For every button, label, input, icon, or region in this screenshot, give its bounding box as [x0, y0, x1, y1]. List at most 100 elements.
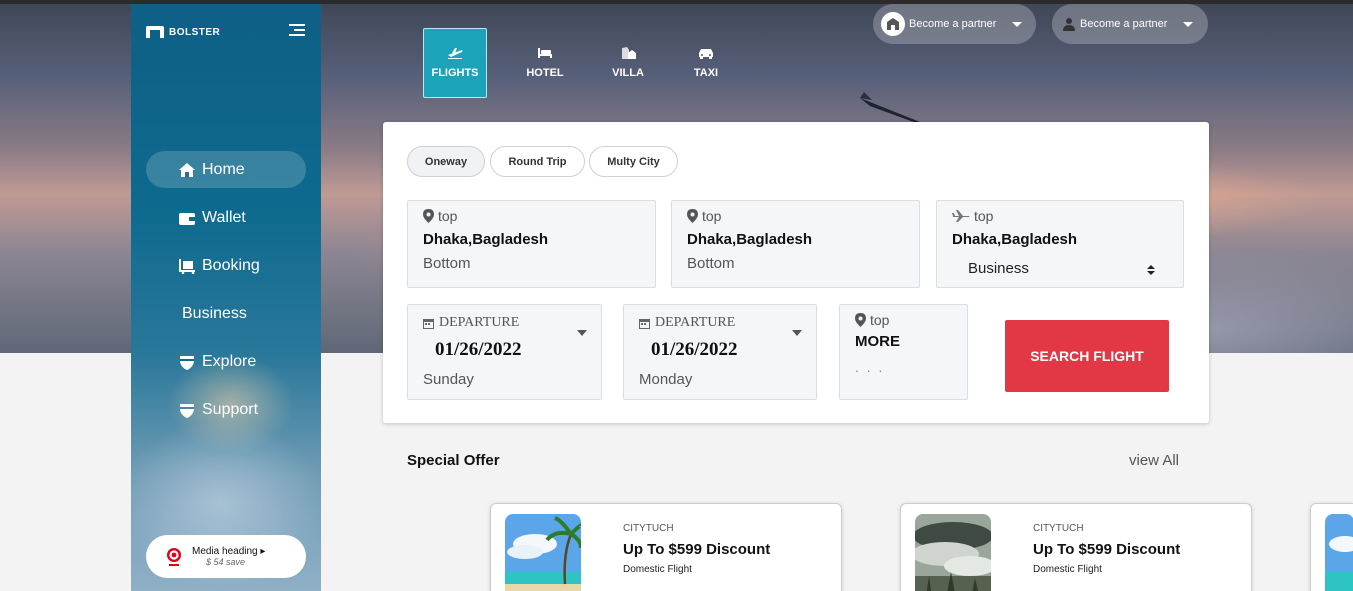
partner-home-icon — [881, 12, 905, 36]
from-sub: Bottom — [423, 255, 471, 272]
partner-label: Become a partner — [909, 18, 997, 30]
from-field[interactable]: top Dhaka,Bagladesh Bottom — [407, 200, 656, 288]
departure-day: Sunday — [423, 371, 474, 388]
departure-label: DEPARTURE — [439, 315, 520, 330]
to-top: top — [687, 208, 721, 224]
select-arrows-icon — [1147, 265, 1155, 275]
sidebar-item-label: Wallet — [202, 208, 246, 226]
more-label: MORE — [855, 333, 900, 350]
to-top-label: top — [702, 208, 722, 224]
offer-subtitle: Domestic Flight — [623, 564, 692, 575]
taxi-icon — [699, 49, 713, 59]
location-pin-icon — [423, 209, 434, 223]
tab-label: VILLA — [612, 67, 644, 79]
sidebar-item-label: Support — [202, 400, 259, 418]
offer-card[interactable]: CITYTUCH Up To $599 Discount Domestic Fl… — [490, 503, 842, 591]
more-field[interactable]: top MORE . . . — [839, 304, 968, 400]
partner-label: Become a partner — [1080, 18, 1168, 30]
offer-subtitle: Domestic Flight — [1033, 564, 1102, 575]
trip-type-multi-city[interactable]: Multy City — [589, 146, 678, 177]
departure-top: DEPARTURE — [423, 315, 519, 331]
from-top-label: top — [438, 208, 458, 224]
trip-type-oneway[interactable]: Oneway — [407, 146, 485, 177]
to-field[interactable]: top Dhaka,Bagladesh Bottom — [671, 200, 920, 288]
departure-top: DEPARTURE — [639, 315, 735, 331]
luggage-icon — [179, 258, 195, 274]
sidebar-item-home[interactable]: Home — [146, 151, 306, 188]
promo-card[interactable]: Media heading ▸ $ 54 save — [146, 535, 306, 578]
location-pin-icon — [855, 313, 866, 327]
calendar-icon — [639, 318, 650, 329]
chevron-down-icon — [1012, 21, 1023, 27]
brand[interactable]: BOLSTER — [146, 26, 220, 38]
departure-field-1[interactable]: DEPARTURE 01/26/2022 Sunday — [407, 304, 602, 400]
tab-villa[interactable]: VILLA — [596, 28, 660, 98]
promo-save: $ 54 save — [206, 557, 246, 567]
sidebar-item-label: Business — [182, 304, 247, 322]
offer-brand: CITYTUCH — [1033, 523, 1084, 534]
forest-image — [915, 514, 991, 591]
tab-label: HOTEL — [526, 67, 564, 79]
plane-icon — [952, 210, 970, 222]
chevron-down-icon — [577, 330, 587, 336]
chevron-down-icon — [1183, 21, 1194, 27]
hamburger-menu-icon[interactable] — [289, 24, 305, 38]
calendar-icon — [423, 318, 434, 329]
beach-image — [1325, 514, 1353, 591]
sidebar-item-wallet[interactable]: Wallet — [146, 199, 306, 236]
tab-hotel[interactable]: HOTEL — [513, 28, 577, 98]
sidebar-item-label: Booking — [202, 256, 260, 274]
wallet-icon — [179, 212, 195, 225]
villa-icon — [622, 47, 636, 59]
cabin-class-select[interactable]: Business — [968, 260, 1158, 277]
bolster-logo-icon — [146, 26, 164, 38]
target-logo — [167, 547, 181, 566]
sidebar-item-explore[interactable]: Explore — [146, 343, 306, 380]
tab-taxi[interactable]: TAXI — [674, 28, 738, 98]
promo-title: Media heading ▸ — [192, 546, 266, 557]
sidebar-item-label: Explore — [202, 352, 257, 370]
class-field[interactable]: top Dhaka,Bagladesh Business — [936, 200, 1184, 288]
sidebar-item-business[interactable]: Business — [146, 295, 306, 332]
departure-day: Monday — [639, 371, 693, 388]
to-city: Dhaka,Bagladesh — [687, 231, 813, 248]
offer-card[interactable]: CITYTUCH Up To $599 Discount Domestic Fl… — [900, 503, 1252, 591]
sidebar-item-label: Home — [202, 160, 245, 178]
sidebar-item-support[interactable]: Support — [146, 391, 306, 428]
trip-type-round-trip[interactable]: Round Trip — [490, 146, 585, 177]
home-icon — [179, 162, 195, 177]
more-dots: . . . — [855, 359, 885, 375]
shield-icon — [180, 355, 194, 370]
location-pin-icon — [687, 209, 698, 223]
view-all-link[interactable]: view All — [1129, 452, 1179, 469]
more-top: top — [855, 312, 889, 328]
sidebar-item-booking[interactable]: Booking — [146, 247, 306, 284]
departure-date: 01/26/2022 — [651, 339, 738, 360]
class-top-label: top — [974, 208, 994, 224]
flight-search-card: Oneway Round Trip Multy City top Dhaka,B… — [383, 122, 1209, 423]
user-icon — [1063, 18, 1075, 31]
brand-name: BOLSTER — [169, 26, 221, 38]
bed-icon — [538, 48, 552, 58]
beach-image — [505, 514, 581, 591]
class-top: top — [952, 208, 993, 224]
offer-card-partial[interactable] — [1310, 503, 1353, 591]
departure-label: DEPARTURE — [655, 315, 736, 330]
from-top: top — [423, 208, 457, 224]
from-city: Dhaka,Bagladesh — [423, 231, 549, 248]
tab-flights[interactable]: FLIGHTS — [423, 28, 487, 98]
shield-icon — [180, 403, 194, 418]
become-partner-button[interactable]: Become a partner — [873, 4, 1036, 44]
chevron-down-icon — [792, 330, 802, 336]
to-sub: Bottom — [687, 255, 735, 272]
class-city: Dhaka,Bagladesh — [952, 231, 1078, 248]
departure-field-2[interactable]: DEPARTURE 01/26/2022 Monday — [623, 304, 817, 400]
offer-title: Up To $599 Discount — [623, 541, 771, 558]
become-partner-user-button[interactable]: Become a partner — [1052, 4, 1208, 44]
special-offer-title: Special Offer — [407, 452, 500, 469]
more-top-label: top — [870, 312, 890, 328]
offer-brand: CITYTUCH — [623, 523, 674, 534]
plane-icon — [448, 48, 463, 59]
search-flight-button[interactable]: SEARCH FLIGHT — [1005, 320, 1169, 392]
sidebar: BOLSTER Home Wallet Booking Business Exp… — [131, 4, 321, 591]
